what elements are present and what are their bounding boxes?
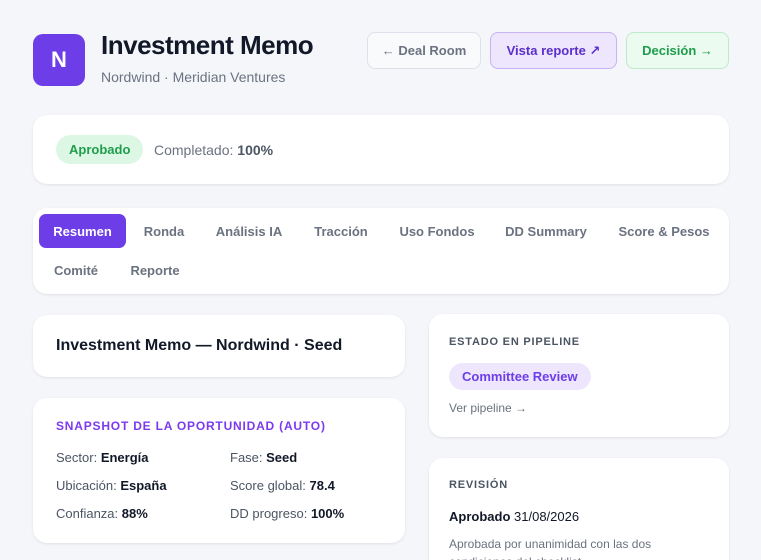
tab-reporte[interactable]: Reporte bbox=[122, 253, 188, 287]
snapshot-value: Energía bbox=[100, 450, 149, 465]
review-heading: REVISIÓN bbox=[449, 479, 508, 491]
tab-comite[interactable]: Comité bbox=[46, 253, 106, 287]
tab-uso-fondos[interactable]: Uso Fondos bbox=[392, 214, 482, 248]
tab-resumen[interactable]: Resumen bbox=[39, 214, 126, 248]
page-title: Investment Memo bbox=[101, 30, 314, 60]
status-card: Aprobado Completado: 100% bbox=[33, 115, 729, 184]
investment-memo-page: N Investment Memo Nordwind · Meridian Ve… bbox=[0, 0, 761, 560]
review-date: 31/08/2026 bbox=[514, 509, 580, 524]
review-note: Aprobada por unanimidad con las dos cond… bbox=[449, 537, 652, 560]
completion-value: 100% bbox=[237, 142, 274, 158]
snapshot-label: Fase: bbox=[230, 450, 263, 465]
memo-title: Investment Memo — Nordwind · Seed bbox=[56, 337, 343, 354]
snapshot-location: Ubicación: España bbox=[56, 478, 167, 493]
completion-label: Completado: bbox=[154, 142, 234, 158]
review-status-line: Aprobado 31/08/2026 bbox=[449, 509, 579, 524]
snapshot-value: 100% bbox=[310, 506, 345, 521]
review-card: REVISIÓN Aprobado 31/08/2026 Aprobada po… bbox=[429, 458, 729, 560]
view-report-button[interactable]: Vista reporte ↗ bbox=[490, 32, 617, 69]
snapshot-value: 88% bbox=[121, 506, 148, 521]
snapshot-label: Ubicación: bbox=[56, 478, 117, 493]
decision-button[interactable]: Decisión → bbox=[626, 32, 729, 69]
snapshot-heading: SNAPSHOT DE LA OPORTUNIDAD (AUTO) bbox=[56, 419, 326, 433]
snapshot-label: DD progreso: bbox=[230, 506, 308, 521]
snapshot-label: Sector: bbox=[56, 450, 98, 465]
pipeline-card: ESTADO EN PIPELINE Committee Review Ver … bbox=[429, 314, 729, 437]
company-logo: N bbox=[33, 34, 85, 86]
snapshot-sector: Sector: Energía bbox=[56, 450, 149, 465]
snapshot-global-score: Score global: 78.4 bbox=[230, 478, 335, 493]
snapshot-card: SNAPSHOT DE LA OPORTUNIDAD (AUTO) Sector… bbox=[33, 398, 405, 543]
tab-bar: Resumen Ronda Análisis IA Tracción Uso F… bbox=[33, 208, 729, 294]
memo-title-card: Investment Memo — Nordwind · Seed bbox=[33, 315, 405, 377]
snapshot-value: España bbox=[120, 478, 167, 493]
snapshot-label: Score global: bbox=[230, 478, 306, 493]
review-status: Aprobado bbox=[449, 509, 511, 524]
snapshot-value: Seed bbox=[266, 450, 298, 465]
tab-dd-summary[interactable]: DD Summary bbox=[498, 214, 594, 248]
tab-ronda[interactable]: Ronda bbox=[136, 214, 192, 248]
logo-letter: N bbox=[51, 47, 67, 72]
pipeline-stage-badge: Committee Review bbox=[449, 363, 591, 390]
snapshot-confidence: Confianza: 88% bbox=[56, 506, 148, 521]
status-badge: Aprobado bbox=[56, 135, 144, 164]
page-subtitle: Nordwind · Meridian Ventures bbox=[101, 69, 286, 85]
snapshot-phase: Fase: Seed bbox=[230, 450, 297, 465]
pipeline-heading: ESTADO EN PIPELINE bbox=[449, 336, 580, 348]
tab-traccion[interactable]: Tracción bbox=[306, 214, 376, 248]
snapshot-dd-progress: DD progreso: 100% bbox=[230, 506, 344, 521]
tab-score-pesos[interactable]: Score & Pesos bbox=[610, 214, 718, 248]
snapshot-value: 78.4 bbox=[309, 478, 335, 493]
deal-room-button[interactable]: ← Deal Room bbox=[367, 32, 481, 69]
snapshot-label: Confianza: bbox=[56, 506, 119, 521]
completion-text: Completado: 100% bbox=[154, 142, 273, 158]
tab-analisis-ia[interactable]: Análisis IA bbox=[208, 214, 290, 248]
view-pipeline-link[interactable]: Ver pipeline → bbox=[449, 401, 527, 415]
